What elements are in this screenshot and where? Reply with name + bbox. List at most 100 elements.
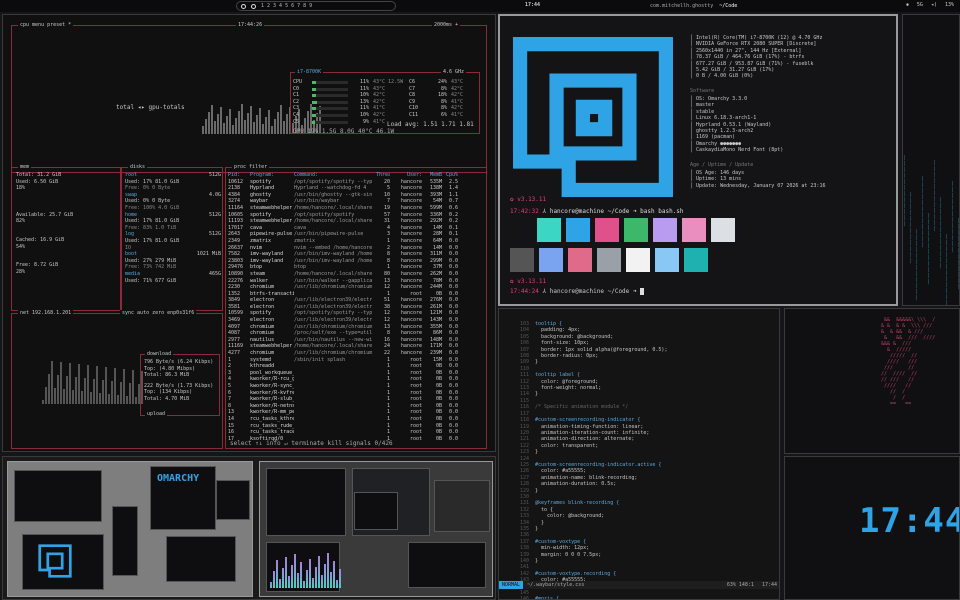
proc-row[interactable]: 11164 steamwebhelper/home/hancore/.local/…: [228, 205, 486, 212]
neovim-editor[interactable]: 103 tooltip {104 padding: 4px; 105 backgro…: [498, 308, 780, 600]
proc-cell: chromium: [250, 350, 275, 357]
disk-row[interactable]: home 512G: [125, 212, 221, 219]
proc-row[interactable]: 3849 electron/usr/lib/electron39/electr 51…: [228, 297, 486, 304]
proc-row[interactable]: 8 kworker/R-netns 1 root 0B 0.0: [228, 403, 486, 410]
proc-row[interactable]: 2349 zmatrix zmatrix 1 hancore 64M 0.0: [228, 238, 486, 245]
workspace-switcher[interactable]: 1 2 3 4 5 6 7 8 9: [236, 1, 396, 11]
proc-cell: 4: [228, 376, 232, 383]
proc-row[interactable]: 4384 ghostty/usr/bin/ghostty --gtk-sin 10 h…: [228, 192, 486, 199]
proc-row[interactable]: 3274 waybar/usr/bin/waybar 7 hancore 54M 0.7: [228, 198, 486, 205]
graph-bar: [135, 397, 137, 404]
proc-label[interactable]: proc filter: [232, 164, 270, 170]
upload-total: Total: 4.70 MiB: [144, 395, 190, 402]
graph-bar: [220, 107, 222, 134]
proc-row[interactable]: 10599 spotify/opt/spotify/spotify --typ 12…: [228, 310, 486, 317]
mem-used: Used: 6.50 GiB: [16, 178, 59, 185]
proc-row[interactable]: 3469 electron/usr/lib/electron39/electr 12…: [228, 317, 486, 324]
proc-cell: 1: [386, 422, 390, 429]
proc-row[interactable]: 2230 chromium/usr/lib/chromium/chromium 12…: [228, 284, 486, 291]
proc-row[interactable]: 5 kworker/R-sync_w 1 root 0B 0.0: [228, 383, 486, 390]
proc-row[interactable]: 7 kworker/R-slub_f 1 root 0B 0.0: [228, 396, 486, 403]
proc-row[interactable]: 3581 electron/usr/lib/electron39/electr 38…: [228, 304, 486, 311]
mem-cached-pct: 54%: [16, 243, 26, 250]
color-swatch: [566, 218, 590, 242]
proc-row[interactable]: 14 rcu_tasks_kthre 1 root 0B 0.0: [228, 416, 486, 423]
image-viewer-strip[interactable]: OMARCHY: [2, 456, 496, 600]
mem-label[interactable]: mem: [18, 164, 32, 170]
net-interface[interactable]: sync auto zero enp0s31f6: [120, 310, 197, 316]
workspace-dot-icon[interactable]: [251, 3, 256, 9]
proc-cell: /usr/bin/pipewire-pulse: [294, 231, 364, 238]
proc-row[interactable]: 17017 cava cava 4 hancore 14M 0.1: [228, 225, 486, 232]
fastfetch-terminal[interactable]: │ Intel(R) Core(TM) i7-8700K (12) @ 4.70…: [498, 14, 898, 306]
proc-row[interactable]: 26637 nvim nvim --embed /home/hancore 2 hanc…: [228, 245, 486, 252]
proc-row[interactable]: 2643 pipewire-pulse/usr/bin/pipewire-puls…: [228, 231, 486, 238]
proc-cell: imv-wayland: [250, 251, 284, 258]
proc-row[interactable]: 11169 steamwebhelper/home/hancore/.local/…: [228, 343, 486, 350]
proc-cell: root: [409, 415, 422, 422]
btop-window[interactable]: cpu menu preset * 17:44:26 2000ms + tota…: [2, 14, 496, 452]
proc-cell: hancore: [400, 336, 422, 343]
disk-row[interactable]: log 512G: [125, 231, 221, 238]
cava-bar: [303, 581, 305, 588]
proc-row[interactable]: 13 kworker/R-mm_per 1 root 0B 0.0: [228, 409, 486, 416]
proc-row[interactable]: 16 rcu_tasks_trace 1 root 0B 0.0: [228, 429, 486, 436]
proc-row[interactable]: 2138 Hyprland Hyprland --watchdog-fd 4 5 han…: [228, 185, 486, 192]
hardware-line: │ NVIDIA GeForce RTX 2080 SUPER [Discret…: [690, 41, 817, 48]
disk-row[interactable]: media 465G: [125, 271, 221, 278]
core-pct: 13%: [359, 98, 369, 105]
disk-row[interactable]: boot 1021 MiB: [125, 251, 221, 258]
proc-row[interactable]: 10612 spotify/opt/spotify/spotify --typ 20…: [228, 179, 486, 186]
proc-cell: 355M: [429, 323, 442, 330]
proc-cell: 15M: [432, 356, 442, 363]
proc-row[interactable]: 3 pool_workqueue_r 1 root 0B 0.0: [228, 370, 486, 377]
proc-cell: 0.0: [448, 402, 458, 409]
workspace-dot-icon[interactable]: [241, 3, 246, 9]
wifi-icon[interactable]: 5G: [917, 2, 923, 8]
battery-indicator[interactable]: 13%: [945, 2, 954, 8]
proc-row[interactable]: 1 systemd/sbin/init splash 1 root 15M 0.0: [228, 357, 486, 364]
clock-terminal[interactable]: 17:44:2: [784, 456, 960, 600]
volume-icon[interactable]: ◂): [931, 2, 937, 8]
proc-row[interactable]: 4097 chromium/usr/lib/chromium/chromium 13…: [228, 324, 486, 331]
proc-cell: spotify: [250, 178, 272, 185]
proc-row[interactable]: 4087 chromium/proc/self/exe --type=util 8 h…: [228, 330, 486, 337]
proc-cell: 14M: [432, 244, 442, 251]
proc-cell: 292M: [429, 218, 442, 225]
screenshot-thumbnail[interactable]: OMARCHY: [7, 461, 253, 597]
proc-row[interactable]: 23803 imv-wayland/usr/bin/imv-wayland /ho…: [228, 258, 486, 265]
line-text: #mpris {: [535, 596, 560, 600]
disk-row[interactable]: swap 4.0G: [125, 192, 221, 199]
proc-cell: 0.0: [448, 350, 458, 357]
cava-bar: [288, 576, 290, 588]
proc-row[interactable]: 7582 imv-wayland/usr/bin/imv-wayland /hom…: [228, 251, 486, 258]
proc-cell: 4: [386, 224, 390, 231]
proc-row[interactable]: 22276 walker/usr/bin/walker --gapplica 13 h…: [228, 278, 486, 285]
proc-row[interactable]: 6 kworker/R-kvfree 1 root 0B 0.0: [228, 390, 486, 397]
net-label[interactable]: net 192.168.1.201: [18, 310, 74, 316]
proc-row[interactable]: 10890 steam/home/hancore/.local/share 80 ha…: [228, 271, 486, 278]
proc-row[interactable]: 4277 chromium/usr/lib/chromium/chromium 22…: [228, 350, 486, 357]
proc-footer[interactable]: select ↑↓ info ↵ terminate kill signals …: [230, 440, 393, 447]
proc-row[interactable]: 2977 nautilus/usr/bin/nautilus --new-wi 16…: [228, 337, 486, 344]
proc-row[interactable]: 4 kworker/R-rcu_gp 1 root 0B 0.0: [228, 376, 486, 383]
proc-cell: 0B: [435, 363, 442, 370]
proc-row[interactable]: 1352 btrfs-transacti 1 root 0B 0.0: [228, 291, 486, 298]
proc-row[interactable]: 10605 spotify/opt/spotify/spotify 57 hancor…: [228, 212, 486, 219]
refresh-rate[interactable]: 2000ms +: [432, 22, 461, 28]
ascii-art-terminal[interactable]: && &&&&&\ \\\ / & & & & \\\ /// & & && &…: [784, 308, 960, 454]
bluetooth-icon[interactable]: ✱: [906, 2, 909, 8]
proc-row[interactable]: 2 kthreadd 1 root 0B 0.0: [228, 363, 486, 370]
cpu-panel-label[interactable]: cpu menu preset *: [18, 22, 74, 28]
disk-row[interactable]: root 512G: [125, 172, 221, 179]
code-area[interactable]: 103 tooltip {104 padding: 4px; 105 backgro…: [503, 321, 667, 600]
proc-row[interactable]: 11193 steamwebhelper/home/hancore/.local/…: [228, 218, 486, 225]
prompt-line-2[interactable]: 17:44:24 ⅄ hancore@machine ~/Code ➜ _: [510, 288, 644, 295]
bar-clock[interactable]: 17:44: [525, 2, 540, 8]
disks-label[interactable]: disks: [128, 164, 148, 170]
proc-row[interactable]: 15 rcu_tasks_rude_k 1 root 0B 0.0: [228, 423, 486, 430]
proc-row[interactable]: 29476 btop btop 1 hancore 37M 0.0: [228, 264, 486, 271]
screenshot-thumbnail[interactable]: [259, 461, 493, 597]
matrix-terminal[interactable]: | | | | | | | | | | | | | | | | | | | | …: [902, 14, 960, 306]
core-pct: 8%: [440, 85, 447, 92]
